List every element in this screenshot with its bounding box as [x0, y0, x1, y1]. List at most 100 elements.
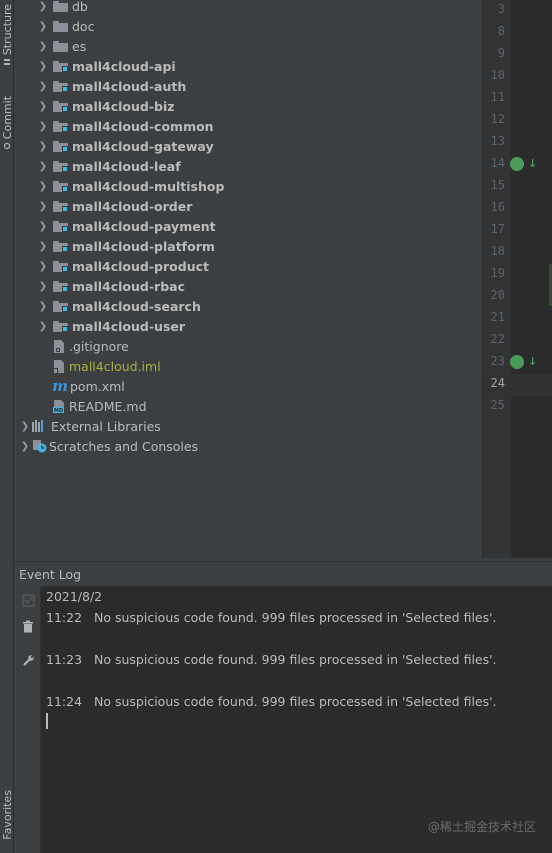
left-tool-stripe: Structure Commit Favorites: [0, 0, 14, 853]
tree-item-label: db: [72, 0, 88, 14]
trash-icon[interactable]: [20, 618, 36, 634]
implemented-icon[interactable]: [510, 157, 524, 171]
chevron-right-icon[interactable]: ❯: [18, 436, 32, 456]
settings-wrench-icon[interactable]: [20, 652, 36, 668]
tree-item[interactable]: ❯ mall4cloud-leaf: [36, 156, 181, 176]
chevron-right-icon[interactable]: ❯: [18, 416, 32, 436]
svg-text:MD: MD: [54, 408, 63, 414]
module-folder-icon: [53, 120, 68, 132]
tree-item[interactable]: ❯ mall4cloud-user: [36, 316, 185, 336]
chevron-right-icon[interactable]: ❯: [36, 0, 50, 16]
chevron-right-icon[interactable]: ❯: [36, 256, 50, 276]
log-entry-message: No suspicious code found. 999 files proc…: [94, 652, 497, 667]
chevron-right-icon[interactable]: ❯: [36, 156, 50, 176]
tree-item[interactable]: ❯ mall4cloud-search: [36, 296, 201, 316]
tree-item-scratches[interactable]: ❯ Scratches and Consoles: [18, 436, 198, 456]
tree-item-label: External Libraries: [51, 418, 161, 434]
tree-item-label: mall4cloud-order: [72, 198, 193, 214]
tree-item[interactable]: m pom.xml: [50, 376, 125, 396]
tree-item[interactable]: ❯ db: [36, 0, 88, 16]
tree-item[interactable]: ❯ mall4cloud-order: [36, 196, 193, 216]
chevron-right-icon[interactable]: ❯: [36, 56, 50, 76]
chevron-right-icon[interactable]: ❯: [36, 116, 50, 136]
tree-item[interactable]: .gitignore: [50, 336, 129, 356]
module-folder-icon: [53, 60, 68, 72]
module-folder-icon: [53, 160, 68, 172]
chevron-right-icon[interactable]: ❯: [36, 236, 50, 256]
scratches-icon: [33, 440, 47, 453]
chevron-right-icon[interactable]: ❯: [36, 196, 50, 216]
chevron-right-icon[interactable]: ❯: [36, 296, 50, 316]
library-icon: [32, 420, 46, 432]
implemented-icon[interactable]: [510, 355, 524, 369]
module-folder-icon: [53, 240, 68, 252]
tree-item[interactable]: ❯ mall4cloud-common: [36, 116, 214, 136]
maven-icon: m: [52, 377, 68, 395]
iml-file-icon: [53, 359, 64, 374]
tree-item-label: doc: [72, 18, 95, 34]
chevron-right-icon[interactable]: ❯: [36, 136, 50, 156]
tree-item[interactable]: ❯ mall4cloud-product: [36, 256, 209, 276]
markdown-file-icon: MD: [53, 399, 64, 414]
tree-item-label: mall4cloud-platform: [72, 238, 215, 254]
tree-item[interactable]: ❯ mall4cloud-gateway: [36, 136, 214, 156]
tree-item-label: mall4cloud-gateway: [72, 138, 214, 154]
tree-item[interactable]: ❯ es: [36, 36, 86, 56]
chevron-right-icon[interactable]: ❯: [36, 216, 50, 236]
line-number: 11: [490, 90, 505, 104]
run-arrow-icon[interactable]: ↓: [528, 355, 542, 369]
commit-tab[interactable]: Commit: [0, 96, 14, 150]
favorites-tab[interactable]: Favorites: [0, 790, 14, 840]
module-folder-icon: [53, 200, 68, 212]
run-arrow-icon[interactable]: ↓: [528, 157, 542, 171]
line-number: 15: [490, 178, 505, 192]
line-number: 9: [497, 46, 505, 60]
tree-item[interactable]: ❯ mall4cloud-api: [36, 56, 176, 76]
tree-item[interactable]: ❯ mall4cloud-rbac: [36, 276, 185, 296]
log-entry: 11:22 No suspicious code found. 999 file…: [46, 610, 497, 625]
event-log-console[interactable]: 2021/8/2 11:22 No suspicious code found.…: [41, 586, 552, 853]
log-entry: 11:23 No suspicious code found. 999 file…: [46, 652, 497, 667]
commit-icon: [3, 143, 11, 150]
tree-item-label: mall4cloud-leaf: [72, 158, 181, 174]
module-folder-icon: [53, 300, 68, 312]
mark-read-icon[interactable]: [20, 592, 36, 608]
tree-item[interactable]: ❯ mall4cloud-platform: [36, 236, 215, 256]
tree-item[interactable]: ❯ doc: [36, 16, 95, 36]
chevron-right-icon[interactable]: ❯: [36, 96, 50, 116]
structure-tab-label: Structure: [0, 4, 14, 56]
tree-item[interactable]: ❯ mall4cloud-payment: [36, 216, 216, 236]
line-number: 23: [490, 354, 505, 368]
text-caret: [46, 713, 48, 729]
module-folder-icon: [53, 280, 68, 292]
editor-gutter: 3 8 9 10 11 12 13 14 15 16 17 18 19 20 21 22 23 24 25 ↓ ↓: [482, 0, 552, 558]
line-number: 13: [490, 134, 505, 148]
tree-item-external-libraries[interactable]: ❯ External Libraries: [18, 416, 161, 436]
line-number: 17: [490, 222, 505, 236]
watermark: @稀土掘金技术社区: [427, 820, 536, 834]
tree-item-label: .gitignore: [69, 338, 129, 354]
tree-item-label: mall4cloud-multishop: [72, 178, 225, 194]
line-number: 10: [490, 68, 505, 82]
line-number: 14: [490, 156, 505, 170]
chevron-right-icon[interactable]: ❯: [36, 16, 50, 36]
structure-tab[interactable]: Structure: [0, 4, 14, 66]
line-number: 21: [490, 310, 505, 324]
line-number: 20: [490, 288, 505, 302]
tree-item[interactable]: mall4cloud.iml: [50, 356, 161, 376]
log-entry: 11:24 No suspicious code found. 999 file…: [46, 694, 497, 709]
chevron-right-icon[interactable]: ❯: [36, 176, 50, 196]
chevron-right-icon[interactable]: ❯: [36, 36, 50, 56]
line-number: 18: [490, 244, 505, 258]
structure-icon: [4, 59, 10, 66]
chevron-right-icon[interactable]: ❯: [36, 316, 50, 336]
tree-item[interactable]: MD README.md: [50, 396, 147, 416]
line-number: 8: [497, 24, 505, 38]
log-entry-time: 11:24: [46, 694, 83, 709]
tree-item[interactable]: ❯ mall4cloud-multishop: [36, 176, 225, 196]
chevron-right-icon[interactable]: ❯: [36, 276, 50, 296]
chevron-right-icon[interactable]: ❯: [36, 76, 50, 96]
tree-item[interactable]: ❯ mall4cloud-biz: [36, 96, 175, 116]
tree-item[interactable]: ❯ mall4cloud-auth: [36, 76, 186, 96]
gitignore-file-icon: [54, 339, 64, 353]
